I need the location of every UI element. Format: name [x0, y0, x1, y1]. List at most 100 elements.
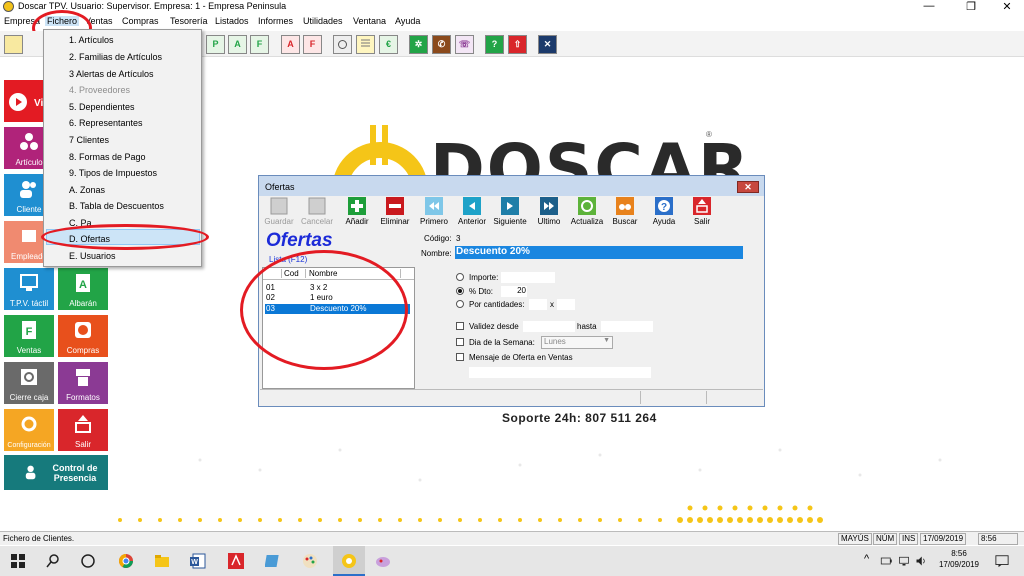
menu-informes[interactable]: Informes: [258, 16, 293, 26]
importe-radio[interactable]: [456, 273, 464, 281]
menu-item-formas-pago[interactable]: 8. Formas de Pago: [69, 152, 146, 162]
toolbar-f-red-icon[interactable]: F: [303, 35, 322, 54]
buscar-button[interactable]: Buscar: [607, 197, 643, 229]
dialog-statusbar: [260, 389, 763, 405]
toolbar-a-icon[interactable]: A: [228, 35, 247, 54]
acrobat-icon[interactable]: [228, 553, 244, 569]
menu-item-zonas[interactable]: A. Zonas: [69, 185, 105, 195]
menu-item-dependientes[interactable]: 5. Dependientes: [69, 102, 135, 112]
ayuda-button[interactable]: ? Ayuda: [646, 197, 682, 229]
sidebar-item-compras[interactable]: Compras: [58, 315, 108, 357]
sidebar-label-formatos: Formatos: [66, 393, 100, 402]
ayuda-label: Ayuda: [652, 217, 676, 226]
menu-ayuda[interactable]: Ayuda: [395, 16, 420, 26]
paint-brush-icon[interactable]: [375, 553, 391, 569]
sidebar-item-albaran[interactable]: A Albarán: [58, 268, 108, 310]
guardar-button[interactable]: Guardar: [261, 197, 297, 229]
sidebar-item-cierre-caja[interactable]: Cierre caja: [4, 362, 54, 404]
search-icon[interactable]: [45, 553, 61, 569]
mensaje-checkbox[interactable]: [456, 353, 464, 361]
euro-icon[interactable]: €: [379, 35, 398, 54]
menu-item-descuentos[interactable]: B. Tabla de Descuentos: [69, 201, 164, 211]
battery-icon[interactable]: [880, 555, 893, 567]
sidebar-item-tpv-tactil[interactable]: T.P.V. táctil: [4, 268, 54, 310]
doscar-app-icon: [342, 554, 356, 568]
sidebar-label-albaran: Albarán: [69, 299, 97, 308]
dialog-titlebar: Ofertas ✕: [259, 176, 764, 196]
sidebar-label-ventas: Ventas: [16, 346, 42, 355]
help-icon[interactable]: ?: [485, 35, 504, 54]
menu-item-impuestos[interactable]: 9. Tipos de Impuestos: [69, 168, 157, 178]
close-button[interactable]: ✕: [993, 0, 1021, 13]
ultimo-button[interactable]: Ultimo: [531, 197, 567, 229]
paint-icon[interactable]: [302, 553, 318, 569]
settings-icon[interactable]: ✲: [409, 35, 428, 54]
tools-icon[interactable]: ✕: [538, 35, 557, 54]
status-mayus: MAYÚS: [838, 533, 872, 545]
new-icon[interactable]: [4, 35, 23, 54]
menu-ventana[interactable]: Ventana: [353, 16, 386, 26]
dto-input[interactable]: 20: [501, 286, 527, 297]
notifications-icon[interactable]: [995, 554, 1009, 568]
phone-icon[interactable]: ✆: [432, 35, 451, 54]
cantidades-radio[interactable]: [456, 300, 464, 308]
anadir-button[interactable]: Añadir: [339, 197, 375, 229]
chrome-icon[interactable]: [118, 553, 134, 569]
menu-utilidades[interactable]: Utilidades: [303, 16, 343, 26]
file-explorer-icon[interactable]: [154, 553, 170, 569]
toolbar-a-red-icon[interactable]: A: [281, 35, 300, 54]
cancelar-button[interactable]: Cancelar: [299, 197, 335, 229]
windows-start-icon[interactable]: [10, 553, 26, 569]
taskbar-clock[interactable]: 8:56 17/09/2019: [935, 549, 983, 569]
eliminar-button[interactable]: Eliminar: [377, 197, 413, 229]
menu-item-proveedores[interactable]: 4. Proveedores: [69, 85, 130, 95]
importe-input[interactable]: [501, 272, 555, 283]
notes-icon[interactable]: [356, 35, 375, 54]
anterior-button[interactable]: Anterior: [454, 197, 490, 229]
dialog-close-button[interactable]: ✕: [737, 181, 759, 193]
menu-listados[interactable]: Listados: [215, 16, 249, 26]
validez-hasta-input[interactable]: [601, 321, 653, 332]
dia-semana-checkbox[interactable]: [456, 338, 464, 346]
word-icon[interactable]: W: [190, 553, 206, 569]
salir-button[interactable]: Salir: [684, 197, 720, 229]
network-icon[interactable]: [898, 555, 910, 567]
menu-item-articulos[interactable]: 1. Artículos: [69, 35, 114, 45]
exit-arrow-icon: [693, 197, 711, 215]
volume-icon[interactable]: [914, 555, 928, 567]
mensaje-input[interactable]: [469, 367, 651, 378]
save-icon: [270, 197, 288, 215]
exit-icon[interactable]: ⇧: [508, 35, 527, 54]
menu-item-usuarios[interactable]: E. Usuarios: [69, 251, 116, 261]
safe-icon[interactable]: [333, 35, 352, 54]
primero-label: Primero: [419, 217, 448, 226]
actualiza-button[interactable]: Actualiza: [569, 197, 605, 229]
contact-icon[interactable]: ☏: [455, 35, 474, 54]
tray-chevron-icon[interactable]: ^: [864, 553, 869, 565]
sidebar-item-ventas[interactable]: F Ventas: [4, 315, 54, 357]
toolbar-f-icon[interactable]: F: [250, 35, 269, 54]
taskbar-doscar-active[interactable]: [333, 546, 365, 576]
task-view-icon[interactable]: [80, 553, 96, 569]
siguiente-button[interactable]: Siguiente: [492, 197, 528, 229]
cantidades-input-2[interactable]: [557, 299, 575, 310]
menu-item-clientes[interactable]: 7 Clientes: [69, 135, 109, 145]
nombre-input[interactable]: Descuento 20%: [455, 246, 743, 259]
guardar-label: Guardar: [264, 217, 294, 226]
dia-semana-select[interactable]: Lunes ▼: [541, 336, 613, 349]
menu-tesoreria[interactable]: Tesorería: [170, 16, 208, 26]
validez-checkbox[interactable]: [456, 322, 464, 330]
menu-item-familias[interactable]: 2. Familias de Artículos: [69, 52, 162, 62]
sidebar-item-formatos[interactable]: Formatos: [58, 362, 108, 404]
toolbar-p-icon[interactable]: P: [206, 35, 225, 54]
minimize-button[interactable]: —: [915, 0, 943, 12]
menu-compras[interactable]: Compras: [122, 16, 159, 26]
menu-item-representantes[interactable]: 6. Representantes: [69, 118, 143, 128]
menu-item-alertas[interactable]: 3 Alertas de Artículos: [69, 69, 154, 79]
primero-button[interactable]: Primero: [416, 197, 452, 229]
cantidades-input-1[interactable]: [529, 299, 547, 310]
validez-desde-input[interactable]: [523, 321, 575, 332]
maximize-button[interactable]: ❐: [957, 0, 985, 13]
dto-radio[interactable]: [456, 287, 464, 295]
notebook-icon[interactable]: [265, 553, 281, 569]
